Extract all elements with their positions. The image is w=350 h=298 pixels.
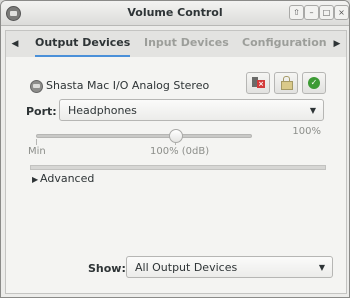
show-select[interactable]: All Output Devices ▼ — [126, 256, 333, 278]
min-tick — [36, 139, 37, 145]
peak-level-meter — [30, 165, 326, 170]
mute-button[interactable]: × — [246, 72, 270, 94]
tab-scroll-right-icon[interactable]: ▶ — [328, 31, 346, 57]
advanced-expander[interactable]: Advanced — [40, 172, 94, 185]
shade-button[interactable]: ⇧ — [289, 5, 304, 20]
min-mark-label: Min — [28, 146, 46, 157]
lock-icon — [281, 81, 293, 90]
chevron-down-icon: ▼ — [309, 106, 316, 115]
show-value: All Output Devices — [135, 261, 238, 274]
expander-arrow-icon[interactable]: ▶ — [32, 175, 38, 184]
show-label: Show: — [88, 262, 126, 275]
tab-configuration[interactable]: Configuration — [242, 31, 327, 57]
minimize-button[interactable]: – — [304, 5, 319, 20]
lock-channels-button[interactable] — [274, 72, 298, 94]
tab-scroll-left-icon[interactable]: ◀ — [6, 31, 24, 57]
maximize-button[interactable]: □ — [319, 5, 334, 20]
tab-bar: ◀ Output Devices Input Devices Configura… — [5, 30, 347, 58]
set-default-button[interactable]: ✓ — [302, 72, 326, 94]
audio-card-icon — [30, 80, 43, 93]
port-select[interactable]: Headphones ▼ — [59, 99, 324, 121]
mute-icon: × — [257, 80, 265, 88]
volume-slider[interactable] — [36, 134, 252, 138]
volume-control-window: Volume Control ⇧ – □ × ◀ Output Devices … — [0, 0, 350, 298]
close-button[interactable]: × — [334, 5, 349, 20]
chevron-down-icon: ▼ — [318, 263, 325, 272]
zero-db-mark-label: 100% (0dB) — [150, 146, 210, 157]
title-bar[interactable]: Volume Control ⇧ – □ × — [1, 1, 349, 26]
default-check-icon: ✓ — [308, 77, 320, 89]
tab-input-devices[interactable]: Input Devices — [144, 31, 229, 57]
device-name: Shasta Mac I/O Analog Stereo — [46, 79, 210, 92]
output-devices-panel: Shasta Mac I/O Analog Stereo × ✓ Port: H… — [5, 57, 347, 294]
volume-percent: 100% — [292, 126, 321, 137]
port-label: Port: — [26, 105, 57, 118]
port-value: Headphones — [68, 104, 137, 117]
tab-output-devices[interactable]: Output Devices — [35, 31, 131, 57]
volume-slider-knob[interactable] — [169, 129, 183, 143]
